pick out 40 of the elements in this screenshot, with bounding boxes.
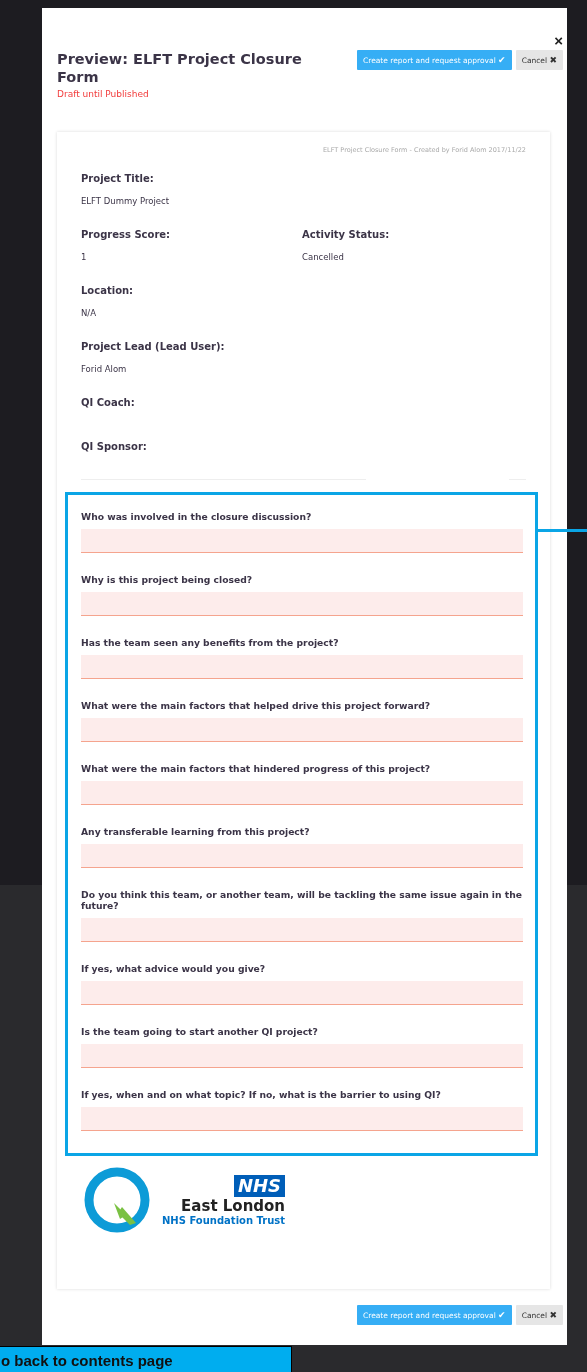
field-label: QI Coach: xyxy=(81,397,136,409)
question-label: Is the team going to start another QI project? xyxy=(81,1026,319,1037)
field-value: N/A xyxy=(81,308,98,318)
answer-field[interactable] xyxy=(81,844,523,868)
field-value: Cancelled xyxy=(302,252,345,262)
answer-field[interactable] xyxy=(81,1107,523,1131)
field-label: Project Title: xyxy=(81,173,155,185)
answer-field[interactable] xyxy=(81,781,523,805)
trust-subtitle: NHS Foundation Trust xyxy=(162,1214,286,1226)
draft-status: Draft until Published xyxy=(57,89,150,99)
field-label: Location: xyxy=(81,285,135,297)
answer-field[interactable] xyxy=(81,718,523,742)
answer-field[interactable] xyxy=(81,981,523,1005)
question-label: Any transferable learning from this project? xyxy=(81,826,311,837)
field-label: QI Sponsor: xyxy=(81,441,148,453)
qi-logo-drawing xyxy=(84,1167,150,1233)
field-label: Activity Status: xyxy=(302,229,391,241)
field-value: ELFT Dummy Project xyxy=(81,196,171,206)
question-label: What were the main factors that hindered progress of this project? xyxy=(81,763,432,774)
trust-name: East London xyxy=(181,1196,286,1215)
field-label: Project Lead (Lead User): xyxy=(81,341,226,353)
question-label: Who was involved in the closure discussion? xyxy=(81,511,313,522)
question-label: Do you think this team, or another team, will be tackling the same issue again in the future? xyxy=(81,889,523,911)
question-label: If yes, what advice would you give? xyxy=(81,963,267,974)
question-label: Why is this project being closed? xyxy=(81,574,254,585)
nhs-logo: NHS xyxy=(233,1174,286,1197)
modal-title: Preview: ELFT Project Closure Form xyxy=(57,50,303,86)
answer-field[interactable] xyxy=(81,655,523,679)
field-label: Progress Score: xyxy=(81,229,172,241)
back-link[interactable]: o back to contents page xyxy=(0,1346,292,1372)
field-value: 1 xyxy=(81,252,88,262)
field-value: Forid Alom xyxy=(81,364,128,374)
close-button[interactable]: × xyxy=(554,34,563,48)
answer-field[interactable] xyxy=(81,918,523,942)
answer-field[interactable] xyxy=(81,529,523,553)
question-label: Has the team seen any benefits from the project? xyxy=(81,637,340,648)
question-label: What were the main factors that helped drive this project forward? xyxy=(81,700,432,711)
question-label: If yes, when and on what topic? If no, what is the barrier to using QI? xyxy=(81,1089,442,1100)
answer-field[interactable] xyxy=(81,592,523,616)
answer-field[interactable] xyxy=(81,1044,523,1068)
